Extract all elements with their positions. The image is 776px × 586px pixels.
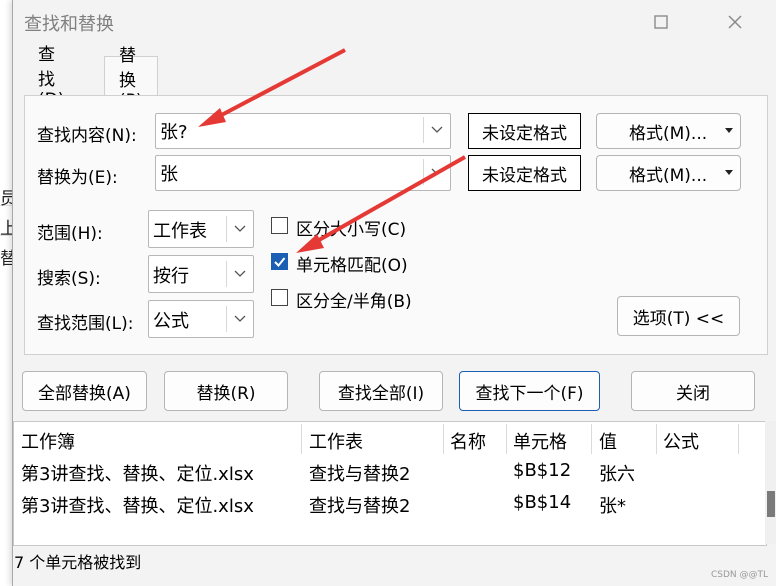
arrow-icon <box>296 155 466 253</box>
annotation-arrows <box>198 48 466 253</box>
arrow-icon <box>198 48 346 127</box>
watermark: CSDN @@TL <box>710 570 768 580</box>
